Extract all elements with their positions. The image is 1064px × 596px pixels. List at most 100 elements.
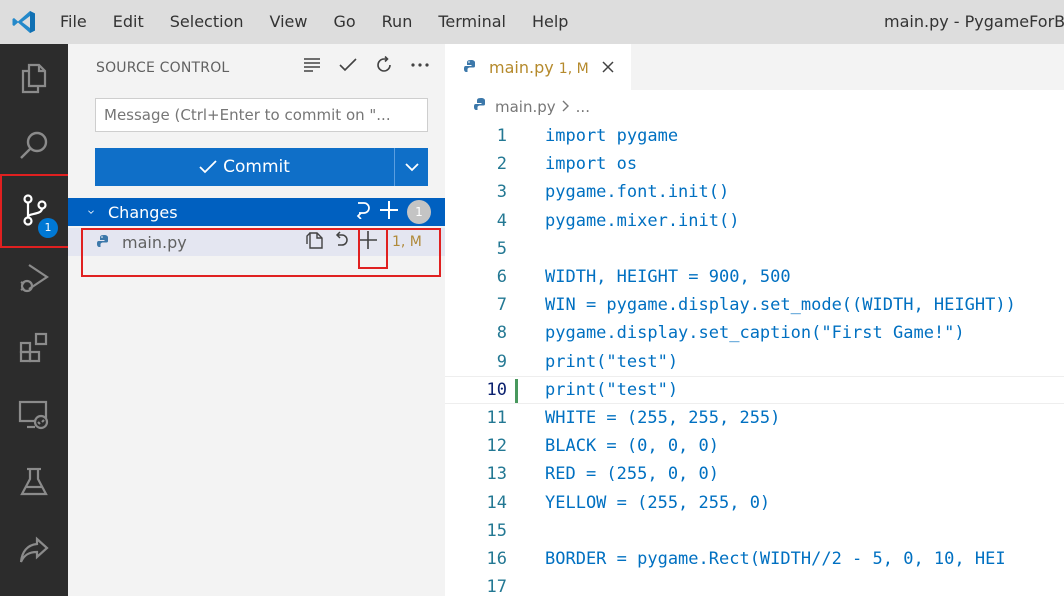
code-text: pygame.mixer.init() xyxy=(545,210,740,231)
menu-view[interactable]: View xyxy=(257,0,321,44)
testing-icon[interactable] xyxy=(0,448,68,516)
sidebar-title: SOURCE CONTROL xyxy=(96,60,230,76)
changes-label: Changes xyxy=(108,202,178,222)
code-line[interactable]: 11 WHITE = (255, 255, 255) xyxy=(445,404,1064,432)
code-text: WIDTH, HEIGHT = 900, 500 xyxy=(545,267,791,288)
code-text: WHITE = (255, 255, 255) xyxy=(545,407,781,428)
line-number: 8 xyxy=(496,323,507,344)
line-number: 9 xyxy=(496,351,507,372)
menu-help[interactable]: Help xyxy=(519,0,581,44)
commit-message-input[interactable] xyxy=(95,98,428,132)
code-line[interactable]: 9 print("test") xyxy=(445,348,1064,376)
code-text: BLACK = (0, 0, 0) xyxy=(545,436,719,457)
stage-all-changes-icon[interactable] xyxy=(379,200,399,224)
line-number: 12 xyxy=(486,436,507,457)
breadcrumb-file[interactable]: main.py xyxy=(495,98,556,116)
stage-changes-icon[interactable] xyxy=(358,230,378,254)
menu-edit[interactable]: Edit xyxy=(100,0,157,44)
changes-group-header[interactable]: Changes 1 xyxy=(68,198,445,226)
discard-changes-icon[interactable] xyxy=(332,231,350,253)
code-line[interactable]: 6 WIDTH, HEIGHT = 900, 500 xyxy=(445,263,1064,291)
chevron-down-icon xyxy=(68,207,94,217)
code-line[interactable]: 7 WIN = pygame.display.set_mode((WIDTH, H… xyxy=(445,291,1064,319)
commit-button[interactable]: Commit xyxy=(95,148,394,186)
open-file-icon[interactable] xyxy=(304,230,324,254)
code-line[interactable]: 10 print("test") xyxy=(445,375,1064,404)
menu-bar: File Edit Selection View Go Run Terminal… xyxy=(48,0,581,44)
code-line[interactable]: 17 xyxy=(445,573,1064,596)
line-number: 16 xyxy=(486,548,507,569)
code-line[interactable]: 8 pygame.display.set_caption("First Game!… xyxy=(445,319,1064,347)
tab-label: main.py 1, M xyxy=(489,57,589,77)
changes-actions: 1 xyxy=(353,198,431,226)
code-line[interactable]: 13 RED = (255, 0, 0) xyxy=(445,460,1064,488)
commit-button-group: Commit xyxy=(95,148,428,186)
chevron-right-icon xyxy=(562,98,570,116)
refresh-icon[interactable] xyxy=(373,54,395,76)
code-line[interactable]: 4 pygame.mixer.init() xyxy=(445,207,1064,235)
code-text: WIN = pygame.display.set_mode((WIDTH, HE… xyxy=(545,295,1016,316)
breadcrumb: main.py ... xyxy=(473,96,590,118)
line-number: 2 xyxy=(496,154,507,175)
live-share-icon[interactable] xyxy=(0,516,68,584)
code-text: import os xyxy=(545,154,638,175)
editor-tabs: main.py 1, M xyxy=(445,44,1064,90)
code-line[interactable]: 12 BLACK = (0, 0, 0) xyxy=(445,432,1064,460)
code-line[interactable]: 5 xyxy=(445,235,1064,263)
run-debug-icon[interactable] xyxy=(0,244,68,312)
line-number: 10 xyxy=(486,379,507,400)
modified-line-gutter-mark xyxy=(515,378,518,403)
commit-button-label: Commit xyxy=(223,157,290,177)
code-line[interactable]: 15 xyxy=(445,517,1064,545)
code-text: pygame.font.init() xyxy=(545,182,730,203)
changes-count-badge: 1 xyxy=(407,200,431,224)
discard-all-changes-icon[interactable] xyxy=(353,201,371,223)
line-number: 17 xyxy=(486,577,507,596)
line-number: 5 xyxy=(496,238,507,259)
python-file-icon xyxy=(463,59,479,75)
menu-run[interactable]: Run xyxy=(369,0,426,44)
source-control-sidebar: SOURCE CONTROL Commit Changes xyxy=(68,44,445,596)
changed-file-name: main.py xyxy=(122,232,187,252)
code-line[interactable]: 2 import os xyxy=(445,150,1064,178)
menu-go[interactable]: Go xyxy=(320,0,368,44)
explorer-icon[interactable] xyxy=(0,44,68,112)
line-number: 6 xyxy=(496,267,507,288)
menu-file[interactable]: File xyxy=(48,0,100,44)
search-icon[interactable] xyxy=(0,112,68,180)
editor-area: main.py 1, M main.py ... 1 import pygame 2… xyxy=(445,44,1064,596)
file-row-actions xyxy=(304,228,378,256)
line-number: 3 xyxy=(496,182,507,203)
code-line[interactable]: 16 BORDER = pygame.Rect(WIDTH//2 - 5, 0, … xyxy=(445,545,1064,573)
changed-file-row[interactable]: main.py 1, M xyxy=(68,228,445,256)
code-text: YELLOW = (255, 255, 0) xyxy=(545,492,771,513)
breadcrumb-more[interactable]: ... xyxy=(576,98,590,116)
menu-selection[interactable]: Selection xyxy=(157,0,257,44)
code-editor[interactable]: 1 import pygame 2 import os 3 pygame.font.ini… xyxy=(445,122,1064,596)
view-as-tree-icon[interactable] xyxy=(301,54,323,76)
tab-main-py[interactable]: main.py 1, M xyxy=(445,44,631,90)
check-icon xyxy=(199,160,217,174)
more-actions-icon[interactable] xyxy=(409,54,431,76)
source-control-badge: 1 xyxy=(38,218,58,238)
code-text: print("test") xyxy=(545,379,679,400)
commit-dropdown-button[interactable] xyxy=(394,148,428,186)
code-text: import pygame xyxy=(545,126,679,147)
code-line[interactable]: 1 import pygame xyxy=(445,122,1064,150)
line-number: 14 xyxy=(486,492,507,513)
code-text: pygame.display.set_caption("First Game!"… xyxy=(545,323,965,344)
source-control-icon[interactable]: 1 xyxy=(0,176,68,244)
commit-check-icon[interactable] xyxy=(337,54,359,76)
menu-terminal[interactable]: Terminal xyxy=(425,0,519,44)
remote-explorer-icon[interactable] xyxy=(0,380,68,448)
line-number: 13 xyxy=(486,464,507,485)
code-line[interactable]: 14 YELLOW = (255, 255, 0) xyxy=(445,488,1064,516)
file-status-label: 1, M xyxy=(392,234,422,250)
close-icon[interactable] xyxy=(599,61,617,73)
line-number: 1 xyxy=(496,126,507,147)
vscode-logo-icon xyxy=(0,0,48,44)
window-title: main.py - PygameForBe xyxy=(884,12,1064,31)
code-line[interactable]: 3 pygame.font.init() xyxy=(445,178,1064,206)
extensions-icon[interactable] xyxy=(0,312,68,380)
chevron-down-icon xyxy=(404,163,419,172)
